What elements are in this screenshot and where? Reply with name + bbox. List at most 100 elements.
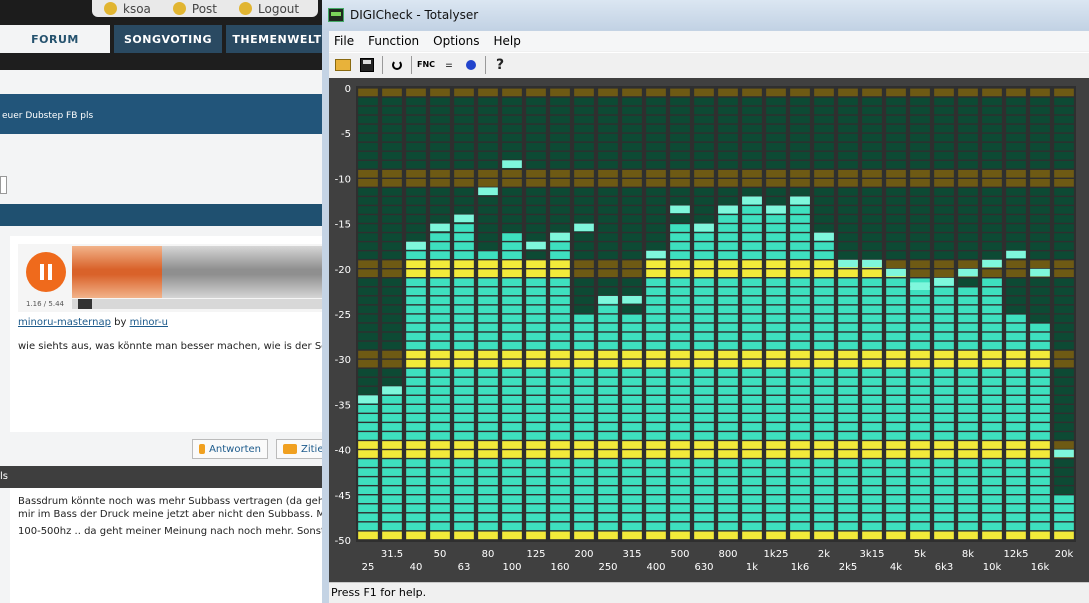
x-tick-label: 16k	[1031, 562, 1050, 573]
player-scrubber[interactable]	[72, 299, 330, 309]
window-titlebar[interactable]: DIGICheck - Totalyser	[322, 0, 1089, 30]
bar-segment	[982, 206, 1002, 214]
scrubber-handle[interactable]	[78, 299, 92, 309]
bar-segment	[838, 142, 858, 151]
bar-segment	[886, 206, 906, 214]
menu-options[interactable]: Options	[433, 34, 479, 48]
bar-segment	[622, 395, 642, 404]
bar-segment	[718, 97, 738, 106]
bar-segment	[550, 224, 570, 232]
bar-segment	[598, 133, 618, 142]
bar-segment	[574, 169, 594, 178]
bar-segment	[502, 206, 522, 214]
bar-segment	[550, 531, 570, 540]
toolbar: FNC ⚌ ?	[329, 52, 1089, 79]
search-input[interactable]	[0, 176, 7, 194]
bar-segment	[1006, 368, 1026, 377]
x-tick-label: 1k6	[791, 562, 810, 573]
bar-segment	[838, 432, 858, 440]
peak-marker	[862, 259, 882, 268]
peak-marker	[478, 187, 498, 196]
bar-segment	[862, 224, 882, 232]
quote-icon	[283, 444, 297, 454]
bar-segment	[1054, 513, 1074, 522]
tab-themenwelten[interactable]: THEMENWELTE	[226, 25, 330, 53]
bar-segment	[814, 314, 834, 323]
bar-segment	[550, 296, 570, 305]
reply-button[interactable]: Antworten	[192, 439, 268, 459]
track-author-link[interactable]: minor-u	[130, 317, 168, 328]
bar-segment	[982, 332, 1002, 341]
waveform[interactable]	[72, 246, 330, 298]
bar-segment	[766, 504, 786, 513]
bar-segment	[790, 278, 810, 287]
power-button[interactable]	[387, 56, 407, 74]
bug-button[interactable]	[461, 56, 481, 74]
y-tick-label: -20	[335, 265, 351, 276]
bar-segment	[910, 97, 930, 106]
bar-segment	[862, 332, 882, 341]
bar-segment	[1054, 215, 1074, 223]
bar-segment	[1030, 233, 1050, 241]
bar-segment	[430, 450, 450, 458]
bar-segment	[406, 142, 426, 151]
bar-segment	[694, 278, 714, 287]
bar-segment	[886, 251, 906, 259]
bar-segment	[670, 305, 690, 314]
bar-segment	[694, 450, 714, 458]
bar-segment	[982, 495, 1002, 504]
bar-segment	[718, 251, 738, 259]
pause-button[interactable]	[26, 252, 66, 292]
open-button[interactable]	[333, 56, 353, 74]
bar-segment	[718, 323, 738, 332]
user-link-post[interactable]: Post	[172, 2, 217, 16]
bar-segment	[694, 142, 714, 151]
bar-segment	[1006, 323, 1026, 332]
thread-header-bar	[0, 204, 330, 226]
bar-segment	[934, 314, 954, 323]
bar-segment	[526, 296, 546, 305]
bar-segment	[958, 287, 978, 296]
menu-file[interactable]: File	[334, 34, 354, 48]
bar-segment	[838, 269, 858, 278]
settings-button[interactable]: ⚌	[439, 56, 459, 74]
bar-segment	[574, 260, 594, 268]
bar-segment	[550, 197, 570, 205]
bar-segment	[1054, 522, 1074, 531]
bar-segment	[430, 432, 450, 440]
bar-segment	[358, 368, 378, 377]
bar-segment	[790, 106, 810, 115]
bar-segment	[958, 414, 978, 422]
tab-forum[interactable]: FORUM	[0, 25, 110, 53]
bar-segment	[478, 522, 498, 531]
x-tick-label: 3k15	[860, 549, 885, 560]
bar-segment	[382, 405, 402, 413]
user-link-profile[interactable]: ksoa	[104, 2, 151, 16]
bar-segment	[742, 269, 762, 278]
help-button[interactable]: ?	[490, 56, 510, 74]
bar-segment	[958, 405, 978, 413]
menu-function[interactable]: Function	[368, 34, 419, 48]
bar-segment	[646, 160, 666, 169]
menu-help[interactable]: Help	[493, 34, 520, 48]
bar-segment	[910, 477, 930, 485]
bar-segment	[718, 88, 738, 97]
bar-segment	[790, 468, 810, 476]
bar-segment	[1006, 224, 1026, 232]
bar-segment	[886, 486, 906, 494]
bar-segment	[670, 142, 690, 151]
bar-segment	[958, 124, 978, 133]
bar-segment	[1006, 495, 1026, 504]
bar-segment	[430, 115, 450, 124]
save-button[interactable]	[357, 56, 377, 74]
bar-segment	[1006, 395, 1026, 404]
track-title-link[interactable]: minoru-masternap	[18, 317, 111, 328]
bar-segment	[742, 251, 762, 259]
user-link-logout[interactable]: Logout	[239, 2, 299, 16]
bar-segment	[646, 197, 666, 205]
bar-segment	[382, 115, 402, 124]
fnc-button[interactable]: FNC	[416, 56, 436, 74]
bar-segment	[382, 142, 402, 151]
tab-songvoting[interactable]: SONGVOTING	[114, 25, 222, 53]
peak-marker	[886, 268, 906, 277]
